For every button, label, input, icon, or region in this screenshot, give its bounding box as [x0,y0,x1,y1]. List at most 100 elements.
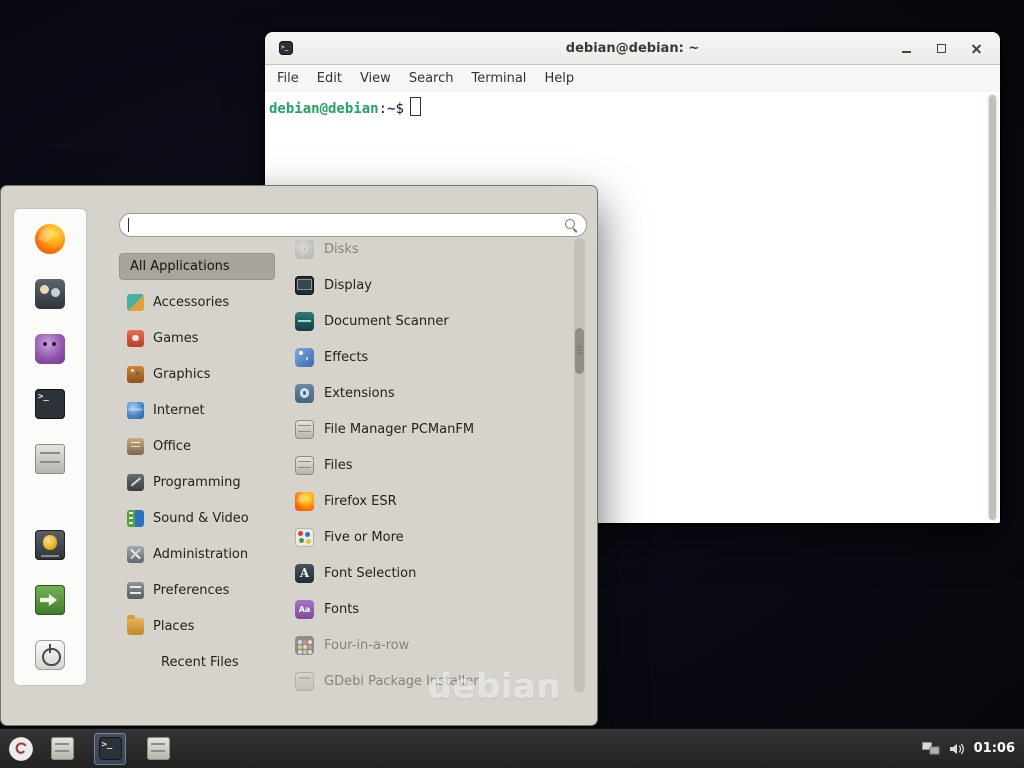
files-window-button[interactable] [142,733,174,765]
preferences-icon [127,582,144,599]
clock[interactable]: 01:06 [974,741,1015,756]
app-item-fonts[interactable]: Fonts [289,591,571,627]
window-button-list [46,733,174,765]
search-box[interactable] [119,213,587,237]
terminal-scrollbar[interactable] [987,94,998,521]
debian-menu-icon [8,736,34,762]
volume-icon[interactable] [949,742,965,756]
administration-icon [127,546,144,563]
app-item-label: Five or More [324,530,404,545]
app-item-document-scanner[interactable]: Document Scanner [289,303,571,339]
gdebi-icon [295,672,314,691]
category-label: Graphics [153,367,210,382]
app-item-display[interactable]: Display [289,267,571,303]
app-item-label: Fonts [324,602,359,617]
desktop: debian@debian: ~ FileEditViewSearchTermi… [0,0,1024,768]
font-selection-icon [295,564,314,583]
software-favorite-button[interactable] [34,333,66,365]
category-label: Games [153,331,198,346]
category-label: All Applications [130,259,230,274]
category-graphics[interactable]: Graphics [119,356,275,392]
app-item-label: Disks [324,242,359,257]
category-sound-video[interactable]: Sound & Video [119,500,275,536]
category-recent-files[interactable]: Recent Files [119,644,275,680]
app-item-five-or-more[interactable]: Five or More [289,519,571,555]
logout-button[interactable] [34,584,66,616]
file-manager-icon [51,737,74,760]
maximize-button[interactable] [934,41,949,56]
users-favorite-button[interactable] [34,278,66,310]
fonts-icon [295,600,314,619]
terminal-menu-search[interactable]: Search [400,71,463,86]
display-icon [295,276,314,295]
app-item-files[interactable]: Files [289,447,571,483]
app-item-label: Display [324,278,372,293]
app-item-label: Document Scanner [324,314,449,329]
prompt-user-host: debian@debian [269,101,379,117]
terminal-titlebar[interactable]: debian@debian: ~ [265,32,1000,65]
graphics-icon [127,366,144,383]
files-icon [147,737,170,760]
four-in-a-row-icon [295,636,314,655]
terminal-icon [99,737,122,760]
app-item-four-in-a-row[interactable]: Four-in-a-row [289,627,571,663]
close-button[interactable] [969,41,984,56]
app-list-scrollbar-thumb[interactable] [575,328,584,374]
effects-icon [295,348,314,367]
terminal-menu-view[interactable]: View [351,71,400,86]
app-item-label: Font Selection [324,566,416,581]
app-item-file-manager-pcmanfm[interactable]: File Manager PCManFM [289,411,571,447]
app-item-font-selection[interactable]: Font Selection [289,555,571,591]
category-internet[interactable]: Internet [119,392,275,428]
extensions-icon [295,384,314,403]
maximize-icon [934,41,949,56]
terminal-favorite-button[interactable] [34,388,66,420]
app-item-firefox-esr[interactable]: Firefox ESR [289,483,571,519]
system-tray: 01:06 [922,741,1024,756]
category-accessories[interactable]: Accessories [119,284,275,320]
shutdown-icon [35,640,65,670]
firefox-icon [295,492,314,511]
app-list: Disks Display Document Scanner Effects Exten… [289,238,571,693]
close-icon [969,41,984,56]
app-item-disks[interactable]: Disks [289,238,571,267]
window-controls [899,41,1000,56]
category-programming[interactable]: Programming [119,464,275,500]
games-icon [127,330,144,347]
app-list-scrollbar[interactable] [574,238,585,693]
shutdown-button[interactable] [34,639,66,671]
programming-icon [127,474,144,491]
office-icon [127,438,144,455]
app-item-effects[interactable]: Effects [289,339,571,375]
app-item-label: Four-in-a-row [324,638,409,653]
app-item-extensions[interactable]: Extensions [289,375,571,411]
menu-button[interactable] [2,730,40,768]
terminal-menu-edit[interactable]: Edit [308,71,351,86]
search-icon [564,218,578,232]
terminal-menu-file[interactable]: File [268,71,308,86]
users-icon [35,279,65,309]
document-scanner-icon [295,312,314,331]
terminal-scrollbar-thumb[interactable] [989,95,996,520]
search-input[interactable] [120,214,586,236]
category-places[interactable]: Places [119,608,275,644]
terminal-window-icon [279,41,293,55]
minimize-button[interactable] [899,41,914,56]
app-item-label: Effects [324,350,368,365]
category-administration[interactable]: Administration [119,536,275,572]
firefox-favorite-button[interactable] [34,223,66,255]
category-all-applications[interactable]: All Applications [119,253,275,280]
terminal-prompt-line: debian@debian:~$ [265,92,1000,117]
network-icon[interactable] [922,742,940,756]
category-games[interactable]: Games [119,320,275,356]
application-menu: All Applications Accessories Games Graphics… [0,185,598,726]
terminal-window-button[interactable] [94,733,126,765]
firefox-icon [35,224,65,254]
file-manager-favorite-button[interactable] [34,443,66,475]
terminal-menu-terminal[interactable]: Terminal [462,71,535,86]
file-manager-window-button[interactable] [46,733,78,765]
lock-screen-button[interactable] [34,529,66,561]
terminal-menu-help[interactable]: Help [535,71,583,86]
category-office[interactable]: Office [119,428,275,464]
category-preferences[interactable]: Preferences [119,572,275,608]
